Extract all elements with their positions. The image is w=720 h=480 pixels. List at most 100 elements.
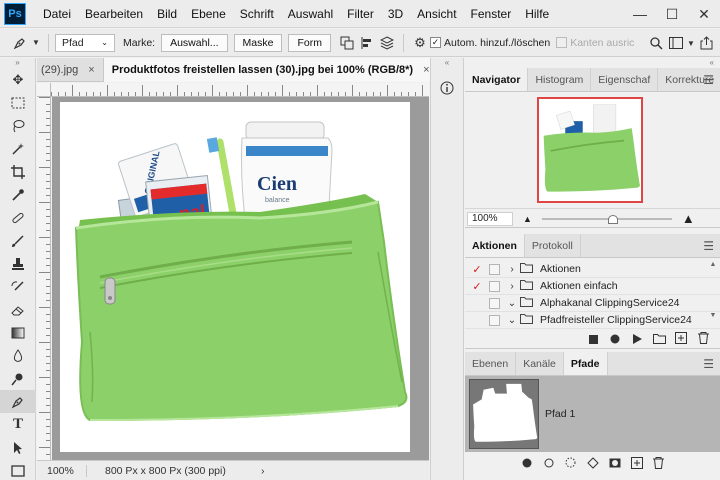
dialog-toggle-box[interactable]: [489, 280, 500, 292]
gear-icon[interactable]: ⚙: [410, 33, 430, 53]
tab-paths[interactable]: Pfade: [563, 352, 608, 375]
chevron-down-icon[interactable]: ⌄: [506, 315, 518, 326]
zoom-level[interactable]: 100%: [37, 464, 87, 477]
stop-icon[interactable]: [582, 333, 604, 347]
menu-item-bild[interactable]: Bild: [150, 7, 184, 21]
auto-add-delete-checkbox[interactable]: ✓: [429, 37, 441, 48]
new-path-icon[interactable]: [626, 456, 648, 472]
action-row[interactable]: ⌄ Alphakanal ClippingService24: [465, 295, 720, 312]
clone-stamp-tool-icon[interactable]: [0, 252, 36, 275]
navigator-zoom-value[interactable]: 100%: [467, 211, 513, 226]
panel-grip[interactable]: «: [465, 58, 720, 68]
ruler-origin[interactable]: [37, 83, 51, 97]
menu-item-schrift[interactable]: Schrift: [233, 7, 281, 21]
path-row[interactable]: Pfad 1: [465, 376, 720, 452]
menu-item-bearbeiten[interactable]: Bearbeiten: [78, 7, 150, 21]
brush-tool-icon[interactable]: [0, 229, 36, 252]
checkmark-icon[interactable]: ✓: [469, 280, 485, 293]
move-tool-icon[interactable]: ✥: [0, 68, 36, 91]
type-tool-icon[interactable]: T: [0, 413, 36, 436]
trash-icon[interactable]: [648, 456, 670, 472]
workspace-icon[interactable]: [666, 33, 686, 53]
blur-tool-icon[interactable]: [0, 344, 36, 367]
path-selection-tool-icon[interactable]: [0, 436, 36, 459]
crop-tool-icon[interactable]: [0, 160, 36, 183]
chevron-right-icon[interactable]: ›: [506, 281, 518, 292]
menu-item-auswahl[interactable]: Auswahl: [281, 7, 340, 21]
auswahl-button[interactable]: Auswahl...: [161, 33, 228, 52]
dialog-toggle-box[interactable]: [489, 297, 500, 309]
zoom-slider-thumb[interactable]: [607, 214, 618, 224]
lasso-tool-icon[interactable]: [0, 114, 36, 137]
trash-icon[interactable]: [692, 332, 714, 347]
tab-properties[interactable]: Eigenschaf: [591, 68, 659, 91]
tab-histogram[interactable]: Histogram: [528, 68, 592, 91]
panel-menu-icon[interactable]: ☰: [703, 234, 714, 258]
pen-tool-preset-icon[interactable]: [10, 33, 30, 53]
minimize-button[interactable]: —: [624, 0, 656, 28]
info-icon[interactable]: [437, 78, 457, 98]
tab-navigator[interactable]: Navigator: [465, 68, 529, 91]
menu-item-ebene[interactable]: Ebene: [184, 7, 233, 21]
photoshop-logo-icon[interactable]: Ps: [4, 2, 26, 25]
play-icon[interactable]: [626, 333, 648, 347]
tab-actions[interactable]: Aktionen: [465, 234, 525, 257]
tab-history[interactable]: Protokoll: [525, 234, 581, 257]
vertical-ruler[interactable]: [37, 97, 51, 460]
fill-path-icon[interactable]: [516, 457, 538, 471]
navigator-preview[interactable]: [537, 97, 643, 203]
chevron-down-icon[interactable]: ⌄: [506, 298, 518, 309]
toolbar-grip[interactable]: »: [0, 58, 35, 68]
menu-item-ansicht[interactable]: Ansicht: [410, 7, 463, 21]
zoom-in-icon[interactable]: ▲: [682, 211, 695, 226]
tool-mode-select[interactable]: Pfad ⌄: [55, 33, 115, 52]
path-alignment-icon[interactable]: [357, 33, 377, 53]
document-tab[interactable]: (29).jpg ×: [37, 58, 104, 82]
checkmark-icon[interactable]: ✓: [469, 263, 485, 276]
stroke-path-icon[interactable]: [538, 457, 560, 471]
action-row[interactable]: ✓ › Aktionen: [465, 261, 720, 278]
history-brush-tool-icon[interactable]: [0, 275, 36, 298]
document-canvas[interactable]: ORIGINAL nal Cien balance: [60, 102, 410, 452]
strip-grip[interactable]: «: [431, 58, 463, 68]
maske-button[interactable]: Maske: [233, 33, 283, 52]
navigator-zoom-slider[interactable]: [541, 214, 672, 224]
path-from-selection-icon[interactable]: [582, 456, 604, 472]
search-icon[interactable]: [646, 33, 666, 53]
dodge-tool-icon[interactable]: [0, 367, 36, 390]
close-button[interactable]: ✕: [688, 0, 720, 28]
gradient-tool-icon[interactable]: [0, 321, 36, 344]
eyedropper-tool-icon[interactable]: [0, 183, 36, 206]
new-item-icon[interactable]: [670, 332, 692, 347]
menu-item-fenster[interactable]: Fenster: [464, 7, 519, 21]
action-row[interactable]: ✓ › Aktionen einfach: [465, 278, 720, 295]
rectangle-tool-icon[interactable]: [0, 459, 36, 480]
align-edges-checkbox[interactable]: [556, 37, 568, 48]
form-button[interactable]: Form: [288, 33, 331, 52]
add-mask-icon[interactable]: [604, 457, 626, 471]
action-row[interactable]: ⌄ Pfadfreisteller ClippingService24: [465, 312, 720, 329]
healing-brush-tool-icon[interactable]: [0, 206, 36, 229]
document-tab-active[interactable]: Produktfotos freistellen lassen (30).jpg…: [103, 58, 439, 82]
pen-tool-icon[interactable]: [0, 390, 36, 413]
chevron-down-icon[interactable]: ▼: [686, 33, 696, 53]
panel-menu-icon[interactable]: ☰: [703, 68, 714, 92]
chevron-down-icon[interactable]: ▼: [30, 33, 42, 53]
path-arrangement-icon[interactable]: [377, 33, 397, 53]
maximize-button[interactable]: ☐: [656, 0, 688, 28]
magic-wand-tool-icon[interactable]: [0, 137, 36, 160]
status-menu-arrow[interactable]: ›: [257, 465, 265, 477]
zoom-out-icon[interactable]: ▲: [523, 214, 532, 224]
actions-scrollbar[interactable]: ▲ ▼: [708, 261, 718, 327]
dialog-toggle-box[interactable]: [489, 263, 500, 275]
close-icon[interactable]: ×: [88, 64, 94, 76]
load-selection-icon[interactable]: [560, 457, 582, 471]
horizontal-ruler[interactable]: [37, 83, 429, 97]
menu-item-datei[interactable]: Datei: [36, 7, 78, 21]
panel-menu-icon[interactable]: ☰: [703, 352, 714, 376]
share-icon[interactable]: [696, 33, 716, 53]
chevron-right-icon[interactable]: ›: [506, 264, 518, 275]
menu-item-filter[interactable]: Filter: [340, 7, 381, 21]
record-icon[interactable]: [604, 333, 626, 347]
tab-layers[interactable]: Ebenen: [465, 352, 517, 375]
